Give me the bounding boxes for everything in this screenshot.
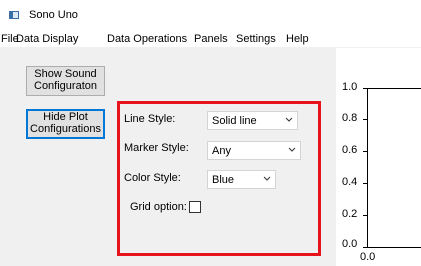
y-tick (363, 215, 367, 216)
y-tick (363, 247, 367, 248)
y-tick (363, 88, 367, 89)
menu-data-display[interactable]: Data Display (16, 33, 78, 45)
chevron-down-icon (288, 147, 296, 152)
y-tick-label: 0.2 (342, 208, 358, 220)
y-tick-label: 0.8 (342, 112, 358, 124)
show-sound-label-line2: Configuraton (34, 80, 97, 92)
menu-bar: File Data Display Data Operations Panels… (0, 30, 421, 48)
color-style-value: Blue (212, 174, 235, 186)
y-tick-label: 1.0 (342, 81, 358, 93)
show-sound-label-line1: Show Sound (34, 68, 97, 80)
plot-canvas[interactable]: 1.0 0.8 0.6 0.4 0.2 0.0 0.0 (336, 48, 421, 266)
y-tick-label: 0.6 (342, 144, 358, 156)
color-style-label: Color Style: (124, 172, 181, 184)
marker-style-select[interactable]: Any (207, 141, 301, 160)
color-style-select[interactable]: Blue (207, 170, 276, 189)
line-style-select[interactable]: Solid line (207, 111, 298, 130)
chevron-down-icon (263, 176, 271, 181)
menu-help[interactable]: Help (286, 33, 309, 45)
marker-style-label: Marker Style: (124, 142, 189, 154)
x-tick-label: 0.0 (360, 251, 376, 263)
title-bar: Sono Uno (0, 0, 421, 30)
window-title: Sono Uno (29, 9, 78, 21)
y-tick-label: 0.4 (342, 176, 358, 188)
hide-plot-config-button[interactable]: Hide Plot Configurations (26, 109, 105, 139)
y-tick (363, 151, 367, 152)
menu-data-operations[interactable]: Data Operations (107, 33, 187, 45)
y-tick (363, 183, 367, 184)
y-axis (367, 88, 368, 248)
grid-option-label: Grid option: (130, 201, 187, 213)
show-sound-config-button[interactable]: Show Sound Configuraton (26, 66, 105, 96)
x-axis (367, 247, 421, 248)
top-spine (367, 88, 421, 89)
line-style-value: Solid line (212, 115, 257, 127)
hide-plot-label-line2: Configurations (30, 123, 101, 135)
line-style-label: Line Style: (124, 113, 176, 125)
y-tick-label: 0.0 (342, 238, 358, 250)
hide-plot-label-line1: Hide Plot (43, 111, 88, 123)
marker-style-value: Any (212, 145, 231, 157)
window-icon (9, 11, 19, 19)
grid-option-checkbox[interactable] (189, 201, 201, 213)
chevron-down-icon (285, 117, 293, 122)
menu-panels[interactable]: Panels (194, 33, 228, 45)
y-tick (363, 119, 367, 120)
menu-settings[interactable]: Settings (236, 33, 276, 45)
